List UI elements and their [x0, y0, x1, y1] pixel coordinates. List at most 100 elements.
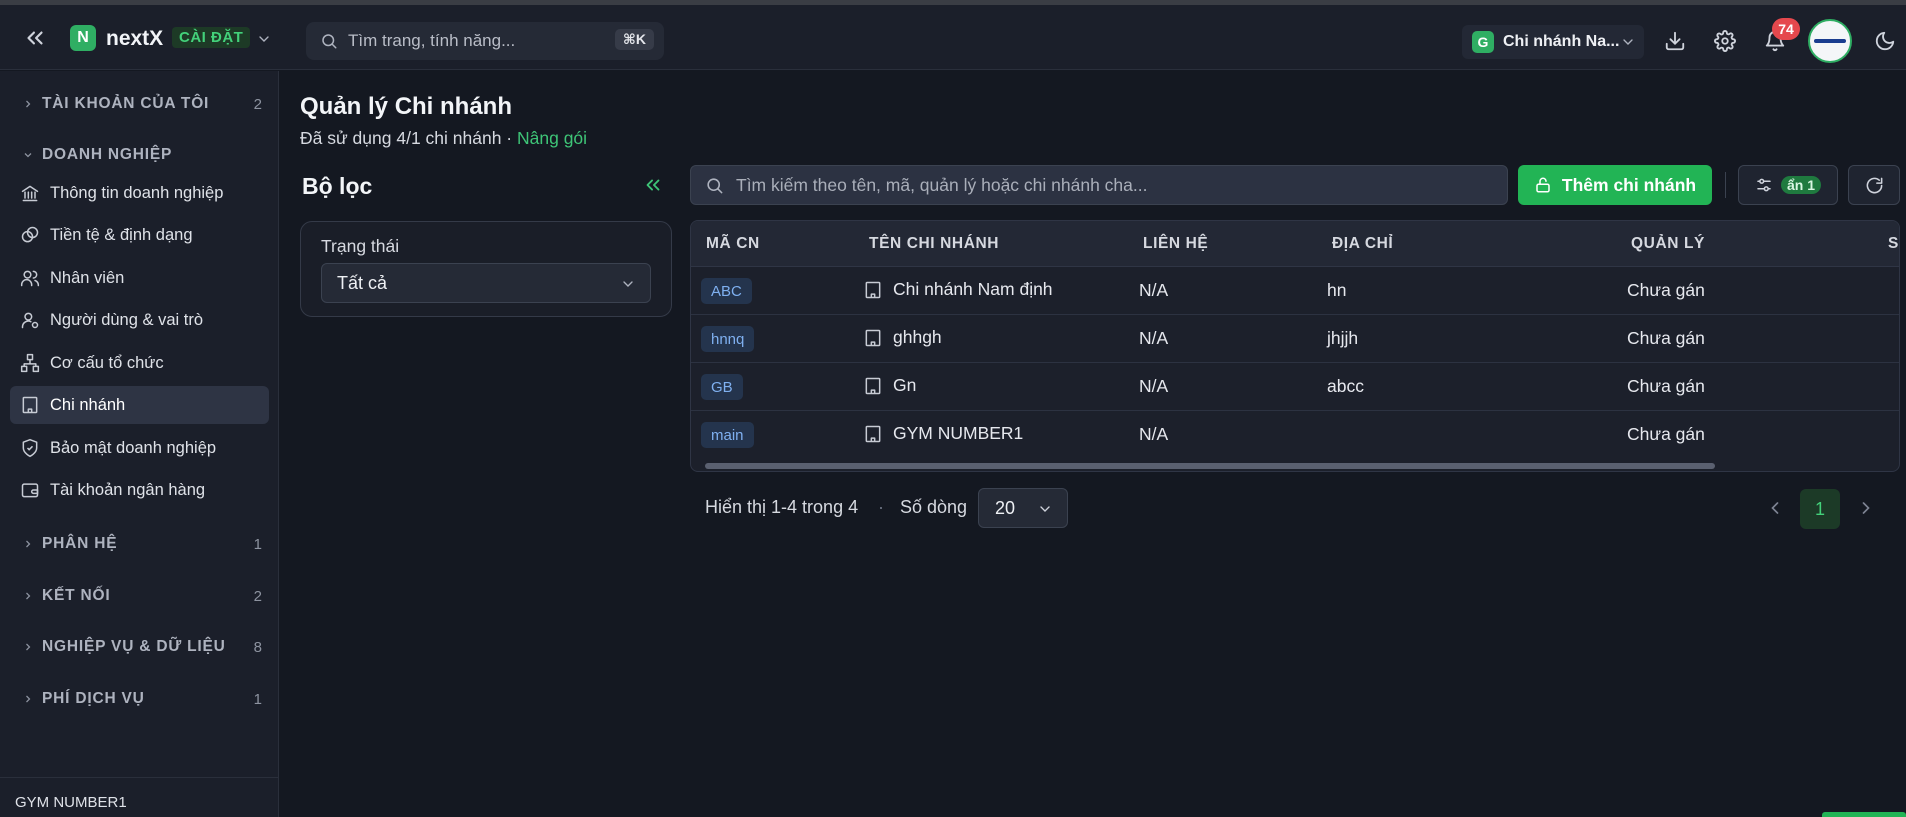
branch-name: ghhgh — [893, 327, 942, 347]
sidebar-section-connections[interactable]: KẾT NỐI 2 — [22, 581, 262, 611]
chevron-down-icon — [620, 276, 636, 292]
chevron-down-icon[interactable] — [256, 31, 272, 47]
branch-address: hn — [1327, 280, 1347, 300]
table-row[interactable]: hnnq ghhgh N/A jhjjh Chưa gán — [691, 315, 1899, 363]
branch-name-cell: Gn — [863, 375, 916, 396]
branch-name-cell: ghhgh — [863, 327, 942, 348]
page-number-button[interactable]: 1 — [1800, 489, 1840, 529]
sidebar-section-count: 2 — [253, 587, 262, 605]
brand-name[interactable]: nextX — [106, 27, 163, 51]
user-cog-icon — [20, 310, 40, 330]
column-header-manager[interactable]: QUẢN LÝ — [1631, 235, 1705, 253]
moon-icon[interactable] — [1874, 30, 1896, 52]
sidebar-section-modules[interactable]: PHÂN HỆ 1 — [22, 529, 262, 559]
building-icon — [20, 395, 40, 415]
refresh-icon — [1865, 176, 1884, 195]
sidebar-section-business[interactable]: DOANH NGHIỆP — [22, 140, 262, 170]
search-icon — [705, 176, 724, 195]
sidebar-section-count: 1 — [253, 690, 262, 708]
collapse-filter-button[interactable] — [642, 174, 664, 196]
rows-per-page-label: Số dòng — [900, 497, 968, 517]
sidebar-section-my-account[interactable]: TÀI KHOẢN CỦA TÔI 2 — [22, 89, 262, 119]
pagination-info: Hiển thị 1-4 trong 4 — [705, 497, 859, 517]
sidebar-item-branches[interactable]: Chi nhánh — [10, 386, 269, 424]
sidebar-section-service-fees[interactable]: PHÍ DỊCH VỤ 1 — [22, 684, 262, 714]
sidebar-item-currency[interactable]: Tiền tệ & định dạng — [10, 216, 269, 254]
chevron-right-icon — [22, 693, 34, 705]
column-header-status[interactable]: S — [1888, 235, 1899, 253]
usage-text: Đã sử dụng 4/1 chi nhánh · — [300, 128, 517, 148]
building-icon — [863, 376, 883, 396]
rows-per-page-select[interactable]: 20 — [978, 488, 1068, 528]
sidebar-item-org-structure[interactable]: Cơ cấu tổ chức — [10, 344, 269, 382]
filter-panel-title: Bộ lọc — [302, 173, 373, 199]
branch-name: Gn — [893, 375, 917, 395]
sidebar-section-count: 8 — [253, 638, 262, 656]
upgrade-link[interactable]: Nâng gói — [517, 128, 587, 148]
app-logo[interactable]: N — [70, 25, 96, 51]
sidebar-item-label: Chi nhánh — [50, 395, 126, 414]
building-icon — [863, 424, 883, 444]
rows-per-page-value: 20 — [995, 497, 1016, 518]
sidebar-item-label: Thông tin doanh nghiệp — [50, 183, 224, 202]
pagination-separator: · — [878, 497, 884, 517]
refresh-button[interactable] — [1848, 165, 1900, 205]
chevron-right-icon — [22, 590, 34, 602]
sidebar-item-security[interactable]: Bảo mật doanh nghiệp — [10, 429, 269, 467]
download-icon[interactable] — [1664, 30, 1686, 52]
environment-badge: CÀI ĐẶT — [172, 27, 251, 48]
sidebar-item-users-roles[interactable]: Người dùng & vai trò — [10, 301, 269, 339]
sidebar-item-business-info[interactable]: Thông tin doanh nghiệp — [10, 174, 269, 212]
floating-action-edge[interactable] — [1822, 812, 1906, 817]
branch-search-input[interactable]: Tìm kiếm theo tên, mã, quản lý hoặc chi … — [690, 165, 1508, 205]
collapse-sidebar-button[interactable] — [22, 25, 48, 51]
sidebar-item-bank-accounts[interactable]: Tài khoản ngân hàng — [10, 471, 269, 509]
column-header-address[interactable]: ĐỊA CHỈ — [1332, 235, 1393, 253]
avatar-logo-mark — [1814, 39, 1846, 43]
sliders-icon — [1755, 176, 1773, 194]
branch-code-badge: main — [701, 422, 754, 448]
horizontal-scrollbar[interactable] — [705, 463, 1715, 469]
branch-manager: Chưa gán — [1627, 328, 1705, 348]
add-branch-label: Thêm chi nhánh — [1561, 174, 1697, 195]
chevron-down-icon — [1037, 501, 1053, 517]
usage-summary: Đã sử dụng 4/1 chi nhánh · Nâng gói — [300, 128, 587, 149]
column-header-code[interactable]: MÃ CN — [706, 235, 760, 253]
chevron-left-icon — [1771, 502, 1779, 514]
top-bar: N nextX CÀI ĐẶT Tìm trang, tính năng... … — [0, 5, 1906, 70]
column-header-contact[interactable]: LIÊN HỆ — [1143, 235, 1208, 253]
column-header-name[interactable]: TÊN CHI NHÁNH — [869, 235, 999, 253]
sidebar-section-label: PHÂN HỆ — [42, 535, 118, 552]
table-row[interactable]: main GYM NUMBER1 N/A Chưa gán — [691, 411, 1899, 459]
table-row[interactable]: ABC Chi nhánh Nam định N/A hn Chưa gán — [691, 267, 1899, 315]
search-placeholder: Tìm trang, tính năng... — [348, 31, 516, 50]
sidebar-section-operations-data[interactable]: NGHIỆP VỤ & DỮ LIỆU 8 — [22, 632, 262, 662]
chevron-right-icon — [1862, 502, 1870, 514]
sidebar-item-employees[interactable]: Nhân viên — [10, 259, 269, 297]
sidebar-item-label: Tiền tệ & định dạng — [50, 225, 193, 244]
branch-name: Chi nhánh Nam định — [893, 279, 1053, 299]
status-filter-select[interactable]: Tất cả — [321, 263, 651, 303]
toolbar-divider — [1725, 172, 1726, 198]
sidebar-section-label: PHÍ DỊCH VỤ — [42, 690, 145, 707]
branch-address: jhjjh — [1327, 328, 1359, 348]
previous-page-button[interactable] — [1765, 498, 1785, 518]
branch-switcher[interactable]: G Chi nhánh Na... — [1462, 25, 1644, 59]
current-workspace-label: GYM NUMBER1 — [0, 777, 279, 811]
table-header: MÃ CN TÊN CHI NHÁNH LIÊN HỆ ĐỊA CHỈ QUẢN… — [691, 221, 1899, 267]
branch-manager: Chưa gán — [1627, 424, 1705, 444]
chevron-down-icon — [22, 149, 34, 161]
branch-contact: N/A — [1139, 424, 1169, 444]
table-row[interactable]: GB Gn N/A abcc Chưa gán — [691, 363, 1899, 411]
user-avatar[interactable] — [1808, 19, 1852, 63]
branches-table: MÃ CN TÊN CHI NHÁNH LIÊN HỆ ĐỊA CHỈ QUẢN… — [690, 220, 1900, 472]
sidebar-item-label: Bảo mật doanh nghiệp — [50, 438, 217, 457]
global-search-input[interactable]: Tìm trang, tính năng... ⌘K — [306, 22, 664, 60]
column-settings-button[interactable]: ẩn 1 — [1738, 165, 1838, 205]
settings-gear-icon[interactable] — [1714, 30, 1736, 52]
chevrons-left-icon — [27, 31, 43, 45]
filter-card: Trạng thái Tất cả — [300, 221, 672, 317]
notification-count-badge: 74 — [1772, 18, 1800, 40]
next-page-button[interactable] — [1856, 498, 1876, 518]
add-branch-button[interactable]: Thêm chi nhánh — [1518, 165, 1712, 205]
